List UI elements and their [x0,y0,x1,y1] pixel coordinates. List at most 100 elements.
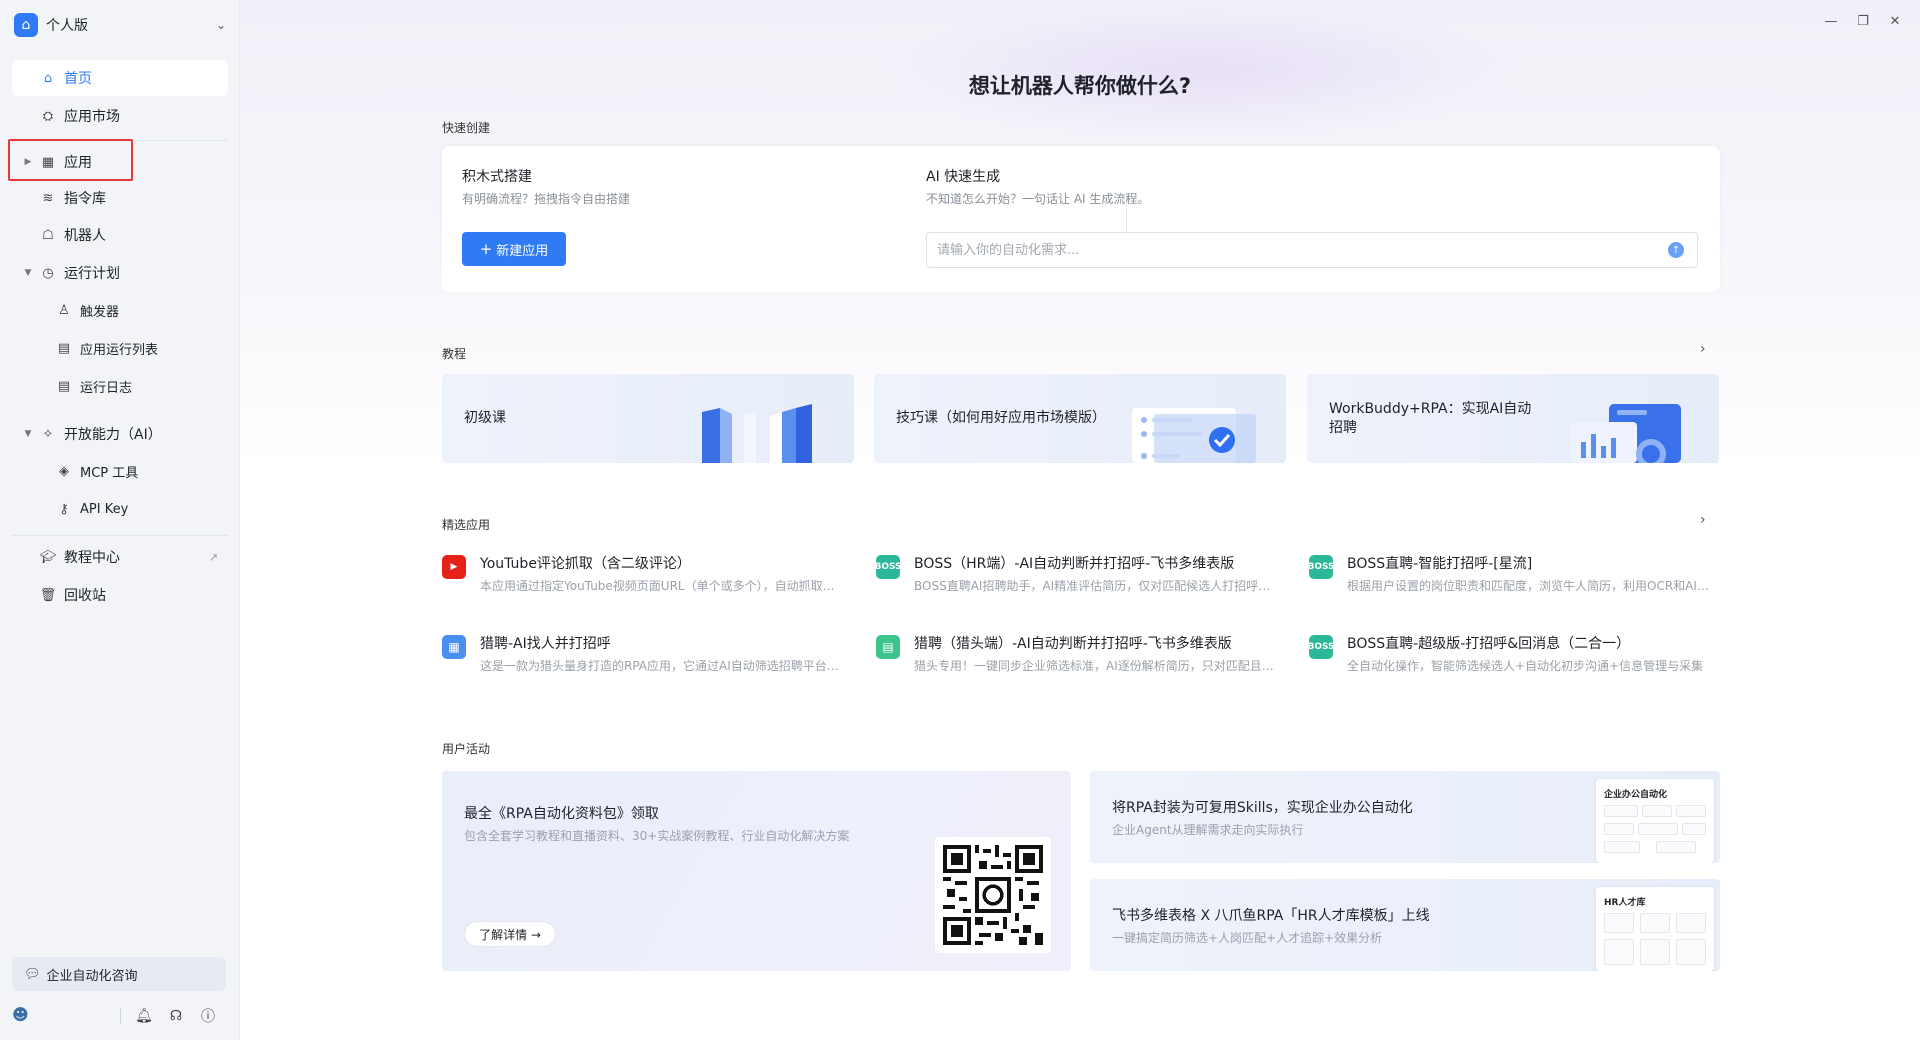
list-doc-icon: ▤ [57,340,71,356]
preview-chip [1682,823,1706,835]
app-description: 这是一款为猎头量身打造的RPA应用，它通过AI自动筛选招聘平台上的候选人 [480,659,842,673]
log-doc-icon: ▤ [57,378,71,394]
preview-chip [1604,823,1634,835]
checklist-illustration [1132,408,1256,463]
home-icon: ⌂ [43,70,53,86]
app-name: YouTube评论抓取（含二级评论） [480,556,691,572]
sidebar-item-commands[interactable]: ≋ 指令库 [12,180,228,216]
close-icon[interactable]: ✕ [1886,14,1904,29]
featured-app-card[interactable]: ▶ YouTube评论抓取（含二级评论） 本应用通过指定YouTube视频页面U… [442,553,842,599]
ai-requirement-input[interactable] [926,232,1698,268]
sidebar-item-schedule[interactable]: ▼ ◷ 运行计划 [12,255,228,291]
sidebar-item-run-log[interactable]: ▤ 运行日志 [12,368,228,404]
enterprise-consult-button[interactable]: 💬︎ 企业自动化咨询 [12,957,226,991]
app-name: 猎聘（猎头端）-AI自动判断并打招呼-飞书多维表版 [914,636,1232,652]
featured-app-card[interactable]: BOSS BOSS直聘-智能打招呼-[星流] 根据用户设置的岗位职责和匹配度，浏… [1307,553,1709,599]
sparkle-icon: ✧ [42,426,54,442]
help-icon[interactable]: ⓘ [199,1006,217,1026]
sidebar-item-label: 教程中心 [64,550,120,566]
activity-card-hr-template[interactable]: 飞书多维表格 X 八爪鱼RPA「HR人才库模板」上线 一键搞定简历筛选+人岗匹配… [1090,879,1720,971]
app-description: 本应用通过指定YouTube视频页面URL（单个或多个），自动抓取视频评论及二级… [480,579,842,593]
sidebar-item-label: 应用市场 [64,109,120,125]
minimize-icon[interactable]: — [1822,14,1840,29]
avatar[interactable]: ☻ [12,1005,36,1027]
app-description: 全自动化操作，智能筛选候选人+自动化初步沟通+信息管理与采集 [1347,659,1704,673]
preview-chip [1642,805,1672,817]
sidebar-item-robots[interactable]: ☖ 机器人 [12,217,228,253]
sidebar-item-label: 应用运行列表 [80,342,159,358]
new-app-button[interactable]: + 新建应用 [462,232,566,266]
activity-subtitle: 企业Agent从理解需求走向实际执行 [1112,823,1304,837]
sidebar-item-label: 触发器 [80,304,120,320]
trigger-icon: ♙ [58,302,70,318]
tutorial-title: 技巧课（如何用好应用市场模版） [896,410,1106,426]
chevron-right-icon[interactable]: › [1700,512,1706,528]
key-icon: ⚷ [59,501,69,517]
sidebar-item-run-list[interactable]: ▤ 应用运行列表 [12,330,228,366]
sidebar-item-market[interactable]: ⛭ 应用市场 [12,98,228,134]
sidebar-item-triggers[interactable]: ♙ 触发器 [12,292,228,328]
app-description: 根据用户设置的岗位职责和匹配度，浏览牛人简历，利用OCR和AI判断是否打招呼 [1347,579,1709,593]
section-title-tutorials: 教程 [442,347,467,361]
divider [120,1008,121,1024]
app-logo-icon: ⌂ [14,13,38,37]
qr-code [935,837,1051,953]
preview-chip [1640,913,1670,933]
sidebar-item-label: MCP 工具 [80,465,139,481]
activity-title: 最全《RPA自动化资料包》领取 [464,806,659,822]
activity-card-skills[interactable]: 将RPA封装为可复用Skills，实现企业办公自动化 企业Agent从理解需求走… [1090,771,1720,863]
sidebar-item-trash[interactable]: 🗑︎ 回收站 [12,577,228,613]
headset-icon[interactable]: ☊ [167,1008,185,1024]
sidebar-item-label: 首页 [64,71,92,87]
boss-icon: BOSS [1307,555,1335,579]
sidebar-item-api-key[interactable]: ⚷ API Key [12,491,228,527]
sidebar-item-home[interactable]: ⌂ 首页 [12,60,228,96]
activity-card-rpa-pack[interactable]: 最全《RPA自动化资料包》领取 包含全套学习教程和直播资料、30+实战案例教程、… [442,771,1071,971]
grid-app-icon: ▦ [442,635,466,659]
preview-panel-title: 企业办公自动化 [1604,790,1668,800]
tutorial-card-tips[interactable]: 技巧课（如何用好应用市场模版） [874,374,1286,463]
section-title-quick-create: 快速创建 [442,121,491,135]
app-description: 猎头专用！一键同步企业筛选标准，AI逐份解析简历，只对匹配且合适的人打招呼 [914,659,1276,673]
trash-icon: 🗑︎ [39,587,57,603]
learn-more-button[interactable]: 了解详情 → [464,921,556,947]
featured-app-card[interactable]: BOSS BOSS（HR端）-AI自动判断并打招呼-飞书多维表版 BOSS直聘A… [874,553,1276,599]
featured-app-card[interactable]: BOSS BOSS直聘-超级版-打招呼&回消息（二合一） 全自动化操作，智能筛选… [1307,633,1709,679]
store-icon: ⛭ [42,108,54,124]
divider [12,535,228,536]
builder-title: 积木式搭建 [462,169,532,185]
tutorial-title: WorkBuddy+RPA：实现AI自动招聘 [1329,400,1532,436]
preview-chip [1604,939,1634,965]
featured-app-card[interactable]: ▦ 猎聘-AI找人并打招呼 这是一款为猎头量身打造的RPA应用，它通过AI自动筛… [442,633,842,679]
app-description: BOSS直聘AI招聘助手，AI精准评估简历，仅对匹配候选人打招呼并同步至飞书 [914,579,1276,593]
sidebar-item-open-ai[interactable]: ▼ ✧ 开放能力（AI） [12,416,228,452]
sidebar-item-mcp[interactable]: ◈ MCP 工具 [12,453,228,489]
send-icon[interactable]: ↑ [1668,242,1684,258]
boss-icon: BOSS [1307,635,1335,659]
sidebar-item-label: 开放能力（AI） [64,427,162,443]
restore-icon[interactable]: ❐ [1854,14,1872,29]
app-name: BOSS直聘-智能打招呼-[星流] [1347,556,1533,572]
activity-title: 飞书多维表格 X 八爪鱼RPA「HR人才库模板」上线 [1112,908,1430,924]
quick-create-card: 积木式搭建 有明确流程？拖拽指令自由搭建 + 新建应用 AI 快速生成 不知道怎… [442,146,1720,292]
preview-chip [1656,841,1696,853]
builder-subtitle: 有明确流程？拖拽指令自由搭建 [462,192,631,206]
bell-icon[interactable]: 🔔︎ [135,1008,153,1024]
tutorial-card-beginner[interactable]: 初级课 [442,374,854,463]
graduation-cap-icon: 🎓︎ [39,549,57,565]
chevron-right-icon[interactable]: › [1700,341,1706,357]
boss-icon: BOSS [874,555,902,579]
preview-chip [1604,913,1634,933]
preview-chip [1638,823,1678,835]
sidebar-item-label: 运行日志 [80,380,133,396]
main-content: — ❐ ✕ 想让机器人帮你做什么? 快速创建 积木式搭建 有明确流程？拖拽指令自… [240,0,1920,1040]
sidebar-footer: ☻ 🔔︎ ☊ ⓘ [12,1004,228,1028]
sidebar: ⌂ 个人版 ⌄ ⌂ 首页 ⛭ 应用市场 ▶ ▦ 应用 ≋ 指令库 ☖ 机器人 ▼… [0,0,240,1040]
featured-app-card[interactable]: ▤ 猎聘（猎头端）-AI自动判断并打招呼-飞书多维表版 猎头专用！一键同步企业筛… [876,633,1276,679]
workspace-switcher[interactable]: ⌂ 个人版 ⌄ [14,12,226,38]
sidebar-item-tutorial-center[interactable]: 🎓︎ 教程中心 ↗ [12,539,228,575]
sidebar-item-label: 运行计划 [64,266,120,282]
preview-chip [1604,805,1638,817]
tutorial-card-workbuddy[interactable]: WorkBuddy+RPA：实现AI自动招聘 [1307,374,1719,463]
workspace-name: 个人版 [46,18,88,34]
